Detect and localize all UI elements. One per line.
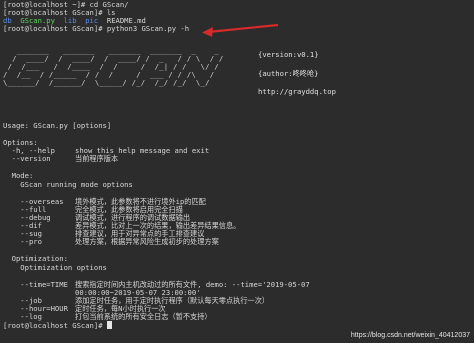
banner-version: {version:v0.1}	[258, 50, 319, 59]
banner-author: {author:咚咚呛}	[258, 69, 319, 78]
usage-line: Usage: GScan.py [options]	[3, 121, 112, 130]
banner-url: http://grayddq.top	[258, 87, 336, 96]
mode-option: --pro 处理方案，根据异常风险生成初步的处理方案	[3, 237, 219, 246]
red-arrow-annotation	[202, 23, 279, 37]
shell-prompt: [root@localhost GScan]#	[3, 321, 107, 330]
command-text: python3 GScan.py -h	[106, 24, 190, 33]
terminal-window[interactable]: [root@localhost ~]# cd GScan/ [root@loca…	[0, 0, 474, 343]
text-cursor	[106, 321, 112, 329]
terminal-input-line[interactable]: [root@localhost GScan]#	[3, 321, 112, 330]
mode-subheading: GScan running mode options	[3, 180, 133, 189]
shell-prompt: [root@localhost GScan]#	[3, 24, 107, 33]
terminal-line-run: [root@localhost GScan]# python3 GScan.py…	[3, 24, 190, 33]
option-version: --version 当前程序版本	[3, 154, 119, 163]
optimization-subheading: Optimization options	[3, 263, 107, 272]
ascii-banner-line: \______/ /______/ \_____/ /_/ /_/ /_/ \_…	[3, 78, 210, 87]
watermark-text: https://blog.csdn.net/weixin_40412037	[350, 331, 470, 339]
